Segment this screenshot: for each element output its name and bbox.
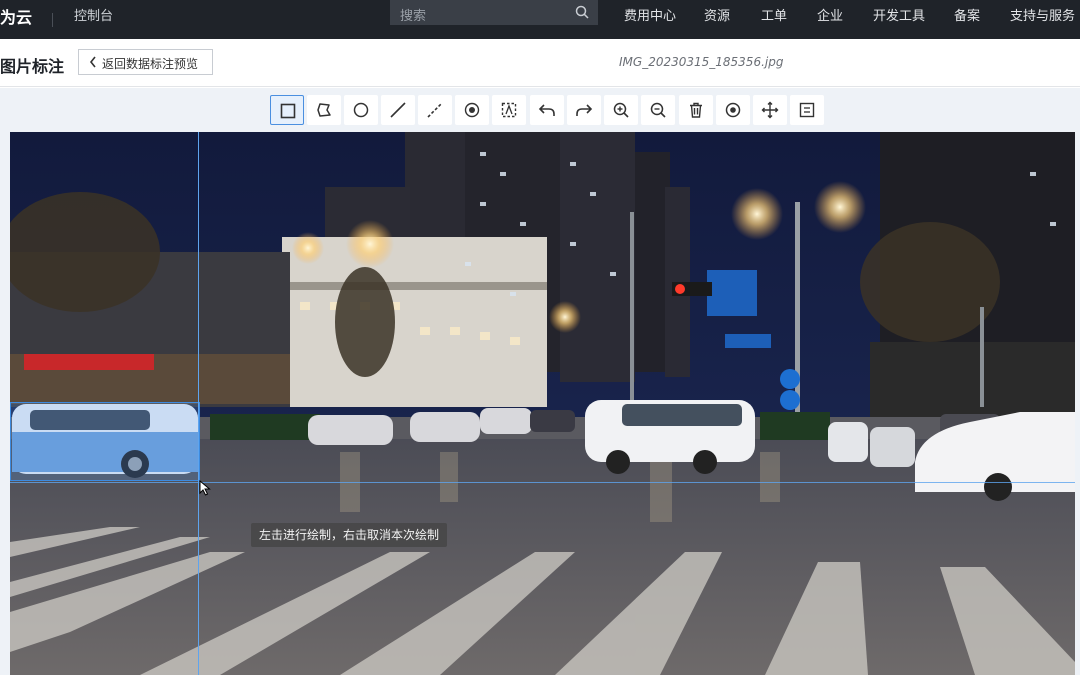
tool-polygon-select[interactable]	[492, 95, 526, 125]
nav-tickets[interactable]: 工单	[761, 5, 787, 24]
nav-billing[interactable]: 费用中心	[624, 5, 676, 24]
tool-zoom-in[interactable]	[604, 95, 638, 125]
back-button[interactable]: 返回数据标注预览	[78, 49, 213, 75]
annotation-canvas[interactable]: 左击进行绘制，右击取消本次绘制	[0, 132, 1080, 675]
search-box[interactable]: 搜索	[390, 0, 598, 25]
search-icon[interactable]	[574, 4, 590, 20]
rectangle-icon	[280, 103, 296, 119]
tool-line[interactable]	[381, 95, 415, 125]
chevron-left-icon	[89, 56, 96, 68]
top-navbar: 为云 控制台 搜索 费用中心 资源 工单 企业 开发工具 备案 支持与服务	[0, 0, 1080, 39]
tool-point[interactable]	[455, 95, 489, 125]
undo-icon	[538, 104, 555, 116]
bounding-box[interactable]	[10, 402, 200, 481]
tool-rectangle[interactable]	[270, 95, 304, 125]
page-header: 图片标注 返回数据标注预览 IMG_20230315_185356.jpg	[0, 39, 1080, 87]
polygon-select-icon	[501, 102, 517, 118]
crosshair-horizontal	[10, 482, 1075, 483]
mouse-cursor-icon	[199, 480, 211, 496]
line-icon	[390, 102, 406, 118]
fit-icon	[799, 102, 815, 118]
page-title: 图片标注	[0, 57, 65, 76]
dashed-line-icon	[427, 102, 443, 118]
polygon-icon	[317, 103, 331, 117]
console-link[interactable]: 控制台	[74, 5, 113, 24]
delete-icon	[690, 102, 702, 118]
tool-zoom-out[interactable]	[641, 95, 675, 125]
nav-support[interactable]: 支持与服务	[1010, 5, 1075, 24]
nav-filing[interactable]: 备案	[954, 5, 980, 24]
move-icon	[761, 101, 779, 119]
redo-icon	[576, 104, 593, 116]
tool-visibility[interactable]	[716, 95, 750, 125]
image-filename: IMG_20230315_185356.jpg	[619, 55, 784, 69]
drawing-hint-tooltip: 左击进行绘制，右击取消本次绘制	[251, 523, 448, 547]
annotation-toolbar	[0, 88, 1080, 132]
tool-circle[interactable]	[344, 95, 378, 125]
brand-logo[interactable]: 为云	[0, 4, 32, 28]
circle-icon	[353, 102, 369, 118]
nav-resources[interactable]: 资源	[704, 5, 730, 24]
tool-undo[interactable]	[530, 95, 564, 125]
visibility-icon	[725, 102, 741, 118]
crosshair-vertical	[198, 132, 199, 675]
nav-dev-tools[interactable]: 开发工具	[873, 5, 925, 24]
tool-polygon[interactable]	[307, 95, 341, 125]
tool-fit[interactable]	[790, 95, 824, 125]
search-input[interactable]: 搜索	[400, 5, 426, 24]
zoom-in-icon	[613, 102, 629, 118]
nav-enterprise[interactable]: 企业	[817, 5, 843, 24]
tool-redo[interactable]	[567, 95, 601, 125]
tool-dashed-line[interactable]	[418, 95, 452, 125]
divider	[52, 13, 53, 27]
zoom-out-icon	[650, 102, 666, 118]
point-icon	[464, 102, 480, 118]
back-button-label: 返回数据标注预览	[102, 57, 199, 71]
tool-move[interactable]	[753, 95, 787, 125]
tool-delete[interactable]	[679, 95, 713, 125]
